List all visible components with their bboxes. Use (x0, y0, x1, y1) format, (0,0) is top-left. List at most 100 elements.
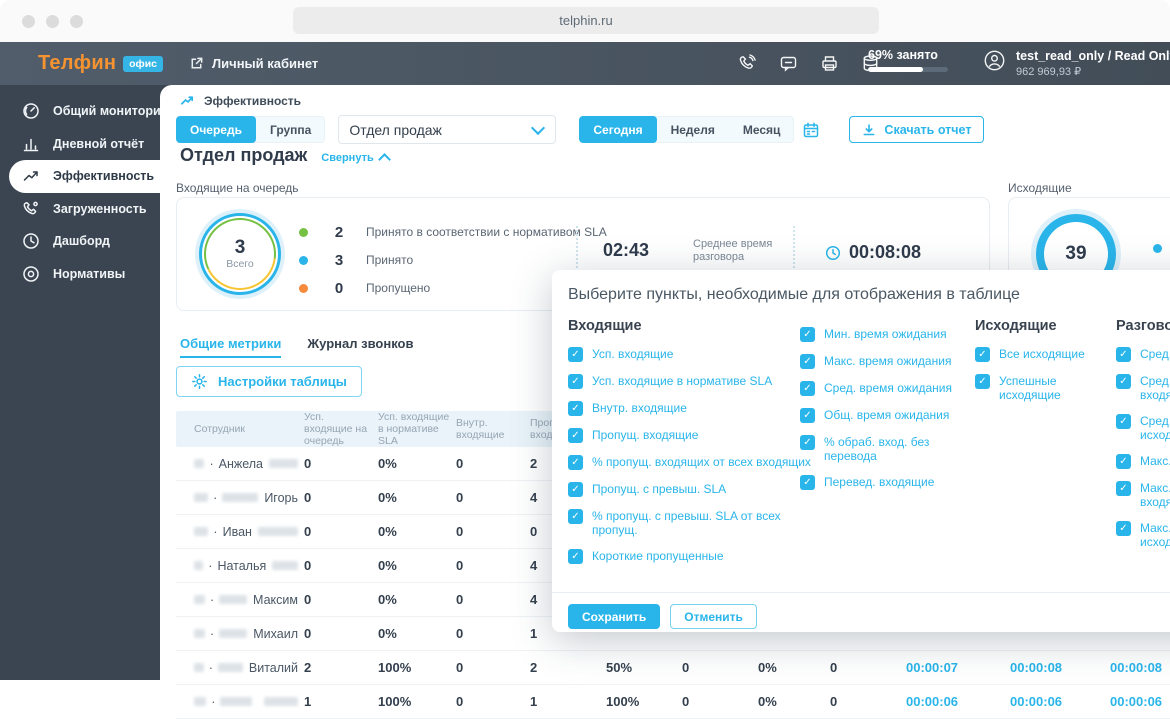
checkbox-checked-icon[interactable]: ✓ (568, 428, 583, 443)
metric-cell: 0 (304, 558, 378, 573)
sidebar-item-Эффективность[interactable]: Эффективность (9, 160, 176, 193)
metric-cell: 0 (456, 558, 530, 573)
checkbox-checked-icon[interactable]: ✓ (568, 549, 583, 564)
checkbox-checked-icon[interactable]: ✓ (1116, 347, 1131, 362)
checkbox-label-line: Сред. время ожидания (824, 381, 952, 395)
period-tab-Месяц[interactable]: Месяц (729, 116, 795, 143)
checkbox-item[interactable]: ✓Сред. дл (1116, 347, 1170, 362)
checkbox-checked-icon[interactable]: ✓ (1116, 414, 1131, 429)
user-name: test_read_only / Read Only (1016, 49, 1170, 63)
checkbox-item[interactable]: ✓Макс. длисходящ (1116, 521, 1170, 549)
sidebar-item-Нормативы[interactable]: Нормативы (0, 258, 176, 291)
name-separator: · (209, 661, 213, 675)
checkbox-checked-icon[interactable]: ✓ (800, 327, 815, 342)
checkbox-item[interactable]: ✓ Сред. время ожидания (800, 381, 970, 396)
checkbox-item[interactable]: ✓Все исходящие (975, 347, 1105, 362)
checkbox-checked-icon[interactable]: ✓ (800, 354, 815, 369)
metric-cell: 0 (456, 456, 530, 471)
metric-cell: 0 (830, 694, 906, 709)
checkbox-item[interactable]: ✓ Макс. длвходящ (1116, 481, 1170, 509)
window-dot[interactable] (46, 15, 59, 28)
checkbox-checked-icon[interactable]: ✓ (800, 475, 815, 490)
checkbox-item[interactable]: ✓ Короткие пропущенные (568, 549, 868, 564)
table-settings-button[interactable]: Настройки таблицы (176, 366, 362, 397)
checkbox-checked-icon[interactable]: ✓ (1116, 454, 1131, 469)
telphin-logo[interactable]: Телфин (38, 52, 116, 75)
checkbox-checked-icon[interactable]: ✓ (568, 374, 583, 389)
calendar-button[interactable] (794, 116, 828, 143)
window-controls[interactable] (22, 15, 83, 28)
checkbox-checked-icon[interactable]: ✓ (568, 401, 583, 416)
checkbox-label: Макс. длвходящ (1140, 481, 1170, 509)
checkbox-item[interactable]: ✓Сред. длвходящ (1116, 374, 1170, 402)
sidebar-item-label: Загруженность (53, 202, 147, 216)
checkbox-checked-icon[interactable]: ✓ (800, 435, 815, 450)
checkbox-item[interactable]: ✓Перевед. входящие (800, 475, 970, 490)
checkbox-checked-icon[interactable]: ✓ (1116, 481, 1131, 496)
view-tab-Очередь[interactable]: Очередь (176, 116, 256, 143)
collapse-label: Свернуть (321, 152, 373, 164)
queue-select[interactable]: Отдел продаж (338, 115, 556, 144)
printer-icon[interactable] (820, 54, 839, 73)
checkbox-label-line: Усп. входящие (592, 347, 673, 361)
checkbox-item[interactable]: ✓% пропущ. с превыш. SLA от всехпропущ. (568, 509, 868, 537)
cancel-button[interactable]: Отменить (670, 604, 757, 629)
period-switcher: СегодняНеделяМесяц (579, 116, 794, 143)
modal-column-header: Разговоры (1116, 318, 1170, 334)
checkbox-item[interactable]: ✓Макс. время ожидания (800, 354, 970, 369)
sidebar-item-Загруженность[interactable]: Загруженность (0, 193, 176, 226)
checkbox-item[interactable]: ✓Успешныеисходящие (975, 374, 1105, 402)
collapse-link[interactable]: Свернуть (321, 152, 388, 164)
chat-icon[interactable] (779, 54, 798, 73)
personal-cabinet-link[interactable]: Личный кабинет (189, 56, 318, 71)
incoming-section-label: Входящие на очередь (176, 181, 299, 195)
blurred-extension (194, 663, 204, 672)
tab-general-metrics[interactable]: Общие метрики (180, 336, 281, 358)
page-title: Отдел продаж (180, 145, 307, 166)
checkbox-checked-icon[interactable]: ✓ (1116, 374, 1131, 389)
sidebar: Общий мониторингДневной отчётЭффективнос… (0, 85, 176, 680)
save-button[interactable]: Сохранить (568, 604, 660, 629)
download-report-button[interactable]: Скачать отчет (849, 116, 984, 143)
checkbox-checked-icon[interactable]: ✓ (800, 408, 815, 423)
view-tab-Группа[interactable]: Группа (256, 116, 325, 143)
sidebar-item-Общий мониторинг[interactable]: Общий мониторинг (0, 95, 176, 128)
metric-cell: 100% (378, 694, 456, 709)
checkbox-label-line: Успешные (999, 374, 1061, 388)
checkbox-checked-icon[interactable]: ✓ (568, 482, 583, 497)
call-icon[interactable] (738, 54, 757, 73)
checkbox-checked-icon[interactable]: ✓ (800, 381, 815, 396)
period-tab-Неделя[interactable]: Неделя (657, 116, 729, 143)
checkbox-label-line: Макс. дл (1140, 454, 1170, 468)
metric-cell: 0% (758, 694, 830, 709)
checkbox-checked-icon[interactable]: ✓ (1116, 521, 1131, 536)
employee-cell: ·Максим (176, 593, 304, 607)
checkbox-checked-icon[interactable]: ✓ (568, 509, 583, 524)
url-bar[interactable]: telphin.ru (293, 7, 879, 34)
checkbox-label-line: Короткие пропущенные (592, 549, 724, 563)
metric-cell: 0 (682, 694, 758, 709)
account-menu[interactable]: test_read_only / Read Only 962 969,93 ₽ (983, 49, 1170, 78)
window-dot[interactable] (70, 15, 83, 28)
sidebar-item-Дневной отчёт[interactable]: Дневной отчёт (0, 128, 176, 161)
checkbox-checked-icon[interactable]: ✓ (568, 347, 583, 362)
phone-icon (22, 200, 40, 218)
checkbox-item[interactable]: ✓Сред. длисходящ (1116, 414, 1170, 442)
table-row[interactable]: ·1100%01100%00%000:00:0600:00:0600:00:06 (176, 685, 1170, 719)
checkbox-checked-icon[interactable]: ✓ (568, 455, 583, 470)
period-tab-Сегодня[interactable]: Сегодня (579, 116, 656, 143)
checkbox-label: Мин. время ожидания (824, 327, 947, 341)
checkbox-checked-icon[interactable]: ✓ (975, 347, 990, 362)
checkbox-item[interactable]: ✓ Мин. время ожидания (800, 327, 970, 342)
tab-call-journal[interactable]: Журнал звонков (307, 336, 413, 358)
modal-column-Исходящие: Исходящие✓Все исходящие✓Успешныеисходящи… (975, 318, 1105, 414)
checkbox-item[interactable]: ✓ Макс. дл (1116, 454, 1170, 469)
checkbox-item[interactable]: ✓% обраб. вход. безперевода (800, 435, 970, 463)
checkbox-item[interactable]: ✓Общ. время ожидания (800, 408, 970, 423)
sidebar-item-Дашборд[interactable]: Дашборд (0, 225, 176, 258)
employee-name: Виталий (249, 661, 298, 675)
window-dot[interactable] (22, 15, 35, 28)
checkbox-checked-icon[interactable]: ✓ (975, 374, 990, 389)
metric-cell: 0% (378, 626, 456, 641)
account-balance: 962 969,93 ₽ (1016, 65, 1170, 78)
